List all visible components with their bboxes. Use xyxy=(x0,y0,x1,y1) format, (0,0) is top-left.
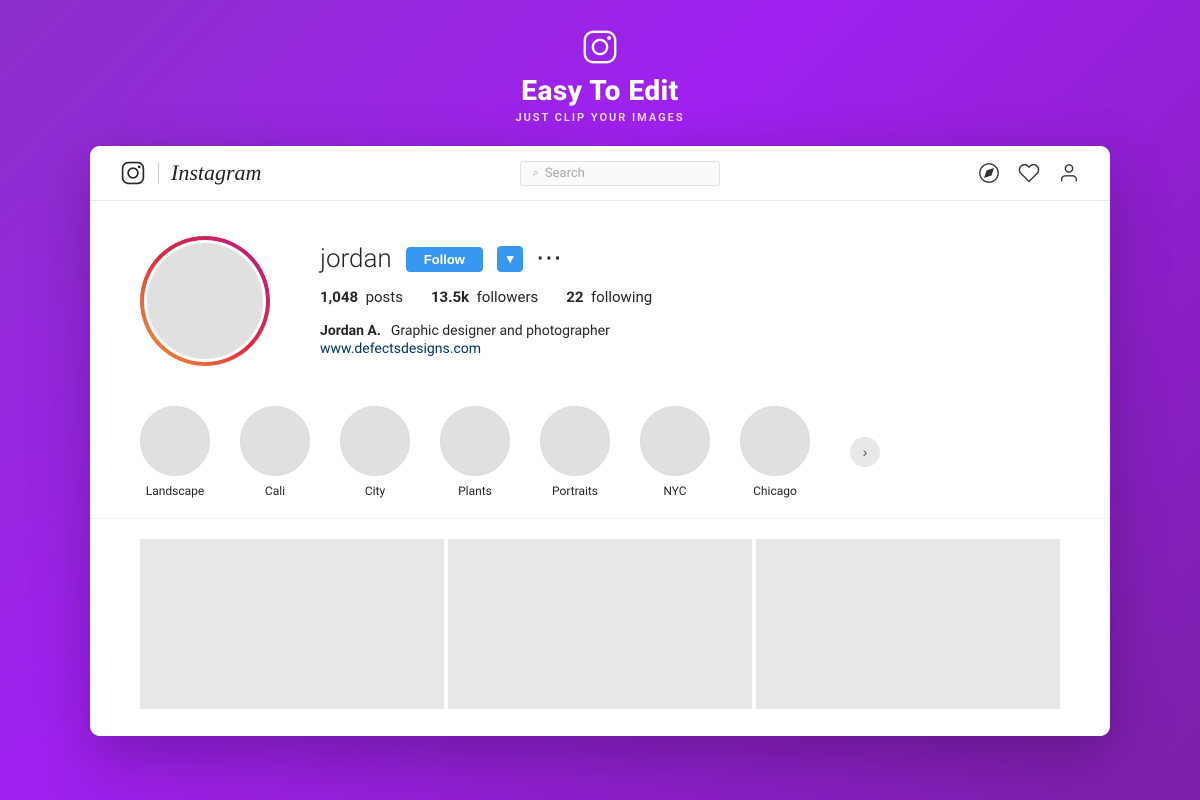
promo-header: Easy To Edit JUST CLIP YOUR IMAGES xyxy=(515,0,684,146)
stats-row: 1,048 posts 13.5k followers 22 following xyxy=(320,288,1060,306)
grid-item-3[interactable] xyxy=(756,539,1060,709)
heart-icon[interactable] xyxy=(1018,162,1040,184)
highlight-circle-landscape xyxy=(140,406,210,476)
nav-icons xyxy=(978,162,1080,184)
highlight-label-cali: Cali xyxy=(265,484,285,498)
posts-label: posts xyxy=(366,288,403,306)
highlight-label-city: City xyxy=(365,484,385,498)
promo-subtitle: JUST CLIP YOUR IMAGES xyxy=(515,111,684,124)
grid-section xyxy=(90,519,1110,709)
search-icon: ⌕ xyxy=(533,166,539,180)
grid-row xyxy=(140,539,1060,709)
bio-link[interactable]: www.defectsdesigns.com xyxy=(320,341,1060,357)
highlights-row: Landscape Cali City Plants Portraits NYC xyxy=(140,406,1060,498)
grid-item-2[interactable] xyxy=(448,539,752,709)
instagram-nav-icon xyxy=(120,160,146,186)
bio-section: Jordan A. Graphic designer and photograp… xyxy=(320,320,1060,357)
follow-button[interactable]: Follow xyxy=(406,247,483,272)
following-stat: 22 following xyxy=(566,288,652,306)
avatar-container xyxy=(140,236,270,366)
followers-label: followers xyxy=(477,288,539,306)
instagram-logo-icon xyxy=(581,28,619,66)
username: jordan xyxy=(320,244,392,274)
highlight-label-landscape: Landscape xyxy=(146,484,205,498)
highlight-circle-cali xyxy=(240,406,310,476)
highlight-label-chicago: Chicago xyxy=(753,484,797,498)
nav-search-area: ⌕ Search xyxy=(261,161,978,186)
search-placeholder-text: Search xyxy=(545,166,585,181)
highlight-item-landscape[interactable]: Landscape xyxy=(140,406,210,498)
highlights-section: Landscape Cali City Plants Portraits NYC xyxy=(90,396,1110,519)
nav-logo: Instagram xyxy=(120,160,261,186)
following-count: 22 xyxy=(566,288,583,306)
following-label: following xyxy=(591,288,652,306)
highlight-label-portraits: Portraits xyxy=(552,484,598,498)
highlight-label-nyc: NYC xyxy=(663,484,686,498)
main-card: Instagram ⌕ Search xyxy=(90,146,1110,736)
search-box[interactable]: ⌕ Search xyxy=(520,161,720,186)
highlight-circle-chicago xyxy=(740,406,810,476)
bio-description: Graphic designer and photographer xyxy=(391,323,610,339)
compass-icon[interactable] xyxy=(978,162,1000,184)
posts-stat: 1,048 posts xyxy=(320,288,403,306)
profile-info: jordan Follow ▾ ··· 1,048 posts 13.5k fo… xyxy=(320,236,1060,357)
follow-dropdown-button[interactable]: ▾ xyxy=(497,246,524,272)
highlight-item-plants[interactable]: Plants xyxy=(440,406,510,498)
profile-section: jordan Follow ▾ ··· 1,048 posts 13.5k fo… xyxy=(90,201,1110,396)
grid-item-1[interactable] xyxy=(140,539,444,709)
avatar xyxy=(144,240,266,362)
highlights-next-button[interactable]: › xyxy=(850,437,880,467)
highlight-label-plants: Plants xyxy=(458,484,492,498)
navbar: Instagram ⌕ Search xyxy=(90,146,1110,201)
highlight-item-city[interactable]: City xyxy=(340,406,410,498)
more-options-button[interactable]: ··· xyxy=(537,248,563,271)
highlight-item-cali[interactable]: Cali xyxy=(240,406,310,498)
bio-name: Jordan A. xyxy=(320,323,381,339)
user-icon[interactable] xyxy=(1058,162,1080,184)
highlight-circle-plants xyxy=(440,406,510,476)
nav-brand-label: Instagram xyxy=(171,160,261,186)
highlight-item-chicago[interactable]: Chicago xyxy=(740,406,810,498)
followers-stat: 13.5k followers xyxy=(431,288,538,306)
followers-count: 13.5k xyxy=(431,288,469,306)
highlight-circle-city xyxy=(340,406,410,476)
avatar-ring xyxy=(140,236,270,366)
posts-count: 1,048 xyxy=(320,288,358,306)
highlight-item-portraits[interactable]: Portraits xyxy=(540,406,610,498)
highlight-item-nyc[interactable]: NYC xyxy=(640,406,710,498)
highlight-circle-portraits xyxy=(540,406,610,476)
promo-title: Easy To Edit xyxy=(521,74,678,107)
highlight-circle-nyc xyxy=(640,406,710,476)
nav-divider xyxy=(158,162,159,184)
profile-top: jordan Follow ▾ ··· xyxy=(320,244,1060,274)
